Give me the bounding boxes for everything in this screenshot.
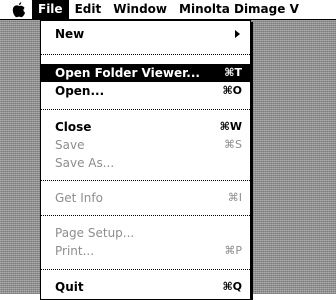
menu-separator xyxy=(41,269,250,270)
menu-separator xyxy=(41,215,250,216)
apple-icon[interactable] xyxy=(6,0,32,19)
menu-item-label: Open... xyxy=(55,84,105,98)
menu-edit[interactable]: Edit xyxy=(69,0,108,19)
menu-item-quit[interactable]: Quit ⌘Q xyxy=(41,278,250,296)
menu-item-shortcut: ⌘P xyxy=(224,244,242,257)
menu-separator xyxy=(41,180,250,181)
menu-window[interactable]: Window xyxy=(107,0,173,19)
menu-item-save-as[interactable]: Save As... xyxy=(41,154,250,172)
menu-separator xyxy=(41,54,250,55)
menu-item-shortcut: ⌘Q xyxy=(222,280,242,293)
menu-item-open[interactable]: Open... ⌘O xyxy=(41,82,250,100)
menu-item-label: Save xyxy=(55,138,85,152)
menu-item-label: Page Setup... xyxy=(55,226,135,240)
submenu-arrow-icon xyxy=(235,30,240,38)
menu-item-label: New xyxy=(55,27,85,41)
menu-item-label: Quit xyxy=(55,280,84,294)
menu-separator xyxy=(41,109,250,110)
menu-item-new[interactable]: New xyxy=(41,25,250,43)
menu-item-print[interactable]: Print... ⌘P xyxy=(41,242,250,260)
menu-item-label: Save As... xyxy=(55,156,115,170)
menu-item-shortcut: ⌘I xyxy=(227,191,242,204)
menu-item-label: Close xyxy=(55,120,92,134)
menu-item-label: Open Folder Viewer... xyxy=(55,66,200,80)
menu-item-label: Get Info xyxy=(55,191,103,205)
menu-item-label: Print... xyxy=(55,244,95,258)
menu-item-shortcut: ⌘S xyxy=(224,138,242,151)
menu-item-get-info[interactable]: Get Info ⌘I xyxy=(41,189,250,207)
menu-item-page-setup[interactable]: Page Setup... xyxy=(41,224,250,242)
menu-minolta-dimage-v[interactable]: Minolta Dimage V xyxy=(173,0,305,19)
menu-file[interactable]: File xyxy=(32,0,69,19)
menu-item-save[interactable]: Save ⌘S xyxy=(41,136,250,154)
menu-item-close[interactable]: Close ⌘W xyxy=(41,118,250,136)
menu-item-shortcut: ⌘W xyxy=(219,120,242,133)
menu-item-shortcut: ⌘O xyxy=(222,84,242,97)
menu-item-open-folder-viewer[interactable]: Open Folder Viewer... ⌘T xyxy=(41,64,250,82)
menu-item-shortcut: ⌘T xyxy=(224,66,242,79)
menu-bar: File Edit Window Minolta Dimage V xyxy=(0,0,336,20)
file-menu-dropdown: New Open Folder Viewer... ⌘T Open... ⌘O … xyxy=(40,20,251,300)
